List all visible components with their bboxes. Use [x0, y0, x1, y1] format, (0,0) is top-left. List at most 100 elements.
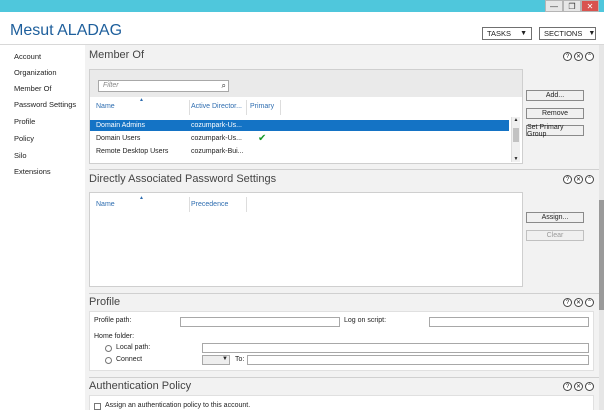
row-path: cozumpark-Us... — [191, 122, 242, 129]
sidebar-item-extensions[interactable]: Extensions — [14, 167, 51, 176]
tasks-label: TASKS — [487, 29, 512, 38]
password-settings-section-controls: ? ✕ ⌃ — [563, 175, 594, 184]
tasks-dropdown[interactable]: TASKS ▼ — [482, 27, 532, 40]
column-header-name[interactable]: Name — [96, 201, 115, 208]
help-icon[interactable]: ? — [563, 382, 572, 391]
help-icon[interactable]: ? — [563, 175, 572, 184]
chevron-down-icon: ▼ — [588, 30, 596, 37]
profile-panel: Profile path: Log on script: Home folder… — [89, 311, 594, 371]
row-name: Domain Admins — [96, 122, 146, 129]
sidebar-item-member-of[interactable]: Member Of — [14, 84, 52, 93]
profile-path-input[interactable] — [180, 317, 340, 327]
column-header-primary[interactable]: Primary — [250, 103, 274, 110]
collapse-icon[interactable]: ⌃ — [585, 52, 594, 61]
remove-button[interactable]: Remove — [526, 108, 584, 119]
sidebar-item-password-settings[interactable]: Password Settings — [14, 100, 76, 109]
scroll-down-icon[interactable]: ▼ — [512, 156, 520, 162]
add-button[interactable]: Add... — [526, 90, 584, 101]
help-icon[interactable]: ? — [563, 52, 572, 61]
filter-box[interactable]: Filter ⌕ — [98, 80, 229, 92]
to-label: To: — [235, 356, 245, 363]
home-folder-label: Home folder: — [94, 333, 135, 340]
sort-indicator-icon: ▲ — [139, 195, 144, 201]
primary-check-icon: ✔ — [258, 133, 267, 144]
profile-path-label: Profile path: — [94, 317, 132, 324]
column-separator — [189, 197, 190, 212]
auth-policy-panel: Assign an authentication policy to this … — [89, 395, 594, 410]
column-separator — [246, 197, 247, 212]
member-of-title: Member Of — [89, 49, 145, 61]
chevron-down-icon: ▼ — [222, 356, 228, 362]
row-path: cozumpark-Bui... — [191, 148, 244, 155]
list-scrollbar[interactable]: ▲ ▼ — [511, 117, 520, 162]
row-name: Domain Users — [96, 135, 141, 142]
close-window-button[interactable]: ✕ — [581, 0, 599, 12]
profile-title: Profile — [89, 296, 121, 308]
collapse-icon[interactable]: ⌃ — [585, 175, 594, 184]
profile-section-controls: ? ✕ ⌃ — [563, 298, 594, 307]
main-scrollbar[interactable] — [599, 45, 604, 410]
member-of-section-controls: ? ✕ ⌃ — [563, 52, 594, 61]
page-header: Mesut ALADAG TASKS ▼ SECTIONS ▼ — [0, 12, 604, 45]
logon-script-input[interactable] — [429, 317, 589, 327]
sidebar-nav: Account Organization Member Of Password … — [0, 45, 85, 410]
assign-auth-policy-checkbox[interactable] — [94, 403, 101, 410]
search-icon[interactable]: ⌕ — [222, 81, 226, 91]
connect-radio[interactable] — [105, 357, 112, 364]
connect-to-input[interactable] — [247, 355, 589, 365]
assign-button[interactable]: Assign... — [526, 212, 584, 223]
column-separator — [189, 100, 190, 115]
set-primary-group-button[interactable]: Set Primary Group — [526, 124, 584, 138]
sections-label: SECTIONS — [544, 29, 583, 38]
auth-policy-title: Authentication Policy — [89, 380, 192, 392]
column-separator — [280, 100, 281, 115]
minimize-button[interactable]: — — [545, 0, 563, 12]
local-path-input[interactable] — [202, 343, 589, 353]
collapse-icon[interactable]: ⌃ — [585, 382, 594, 391]
scroll-thumb[interactable] — [513, 128, 519, 142]
main-scroll-thumb[interactable] — [599, 200, 604, 310]
logon-script-label: Log on script: — [344, 317, 387, 324]
auth-policy-section-controls: ? ✕ ⌃ — [563, 382, 594, 391]
column-header-precedence[interactable]: Precedence — [191, 201, 228, 208]
assign-auth-policy-label: Assign an authentication policy to this … — [105, 402, 251, 409]
sidebar-item-account[interactable]: Account — [14, 52, 41, 61]
member-of-list-panel: Filter ⌕ ▲ Name Active Director... Prima… — [89, 69, 523, 164]
scroll-up-icon[interactable]: ▲ — [512, 117, 520, 123]
restore-button[interactable]: ❐ — [563, 0, 581, 12]
clear-button[interactable]: Clear — [526, 230, 584, 241]
sidebar-item-organization[interactable]: Organization — [14, 68, 57, 77]
collapse-icon[interactable]: ⌃ — [585, 298, 594, 307]
section-divider — [89, 377, 600, 378]
local-path-label: Local path: — [116, 344, 151, 351]
table-row[interactable]: Domain Admins cozumpark-Us... — [90, 120, 509, 131]
sections-dropdown[interactable]: SECTIONS ▼ — [539, 27, 596, 40]
close-icon[interactable]: ✕ — [574, 382, 583, 391]
table-row[interactable]: Domain Users cozumpark-Us... ✔ — [90, 133, 509, 144]
connect-label: Connect — [116, 356, 143, 363]
section-divider — [89, 293, 600, 294]
row-path: cozumpark-Us... — [191, 135, 242, 142]
sort-indicator-icon: ▲ — [139, 97, 144, 103]
help-icon[interactable]: ? — [563, 298, 572, 307]
column-header-ad-path[interactable]: Active Director... — [191, 103, 242, 110]
drive-letter-select[interactable]: ▼ — [202, 355, 230, 365]
row-name: Remote Desktop Users — [96, 148, 169, 155]
section-divider — [89, 169, 600, 170]
sidebar-item-silo[interactable]: Silo — [14, 151, 27, 160]
filter-placeholder: Filter — [103, 82, 119, 89]
window-title-bar — [0, 0, 604, 12]
close-icon[interactable]: ✕ — [574, 175, 583, 184]
sidebar-item-policy[interactable]: Policy — [14, 134, 34, 143]
password-settings-title: Directly Associated Password Settings — [89, 173, 277, 185]
main-content: Member Of ? ✕ ⌃ Filter ⌕ ▲ Name Active D… — [85, 45, 604, 410]
sidebar-item-profile[interactable]: Profile — [14, 117, 35, 126]
column-separator — [246, 100, 247, 115]
close-icon[interactable]: ✕ — [574, 52, 583, 61]
close-icon[interactable]: ✕ — [574, 298, 583, 307]
local-path-radio[interactable] — [105, 345, 112, 352]
column-header-name[interactable]: Name — [96, 103, 115, 110]
password-settings-list-panel: ▲ Name Precedence — [89, 192, 523, 287]
page-title: Mesut ALADAG — [10, 22, 123, 39]
table-row[interactable]: Remote Desktop Users cozumpark-Bui... — [90, 146, 509, 157]
